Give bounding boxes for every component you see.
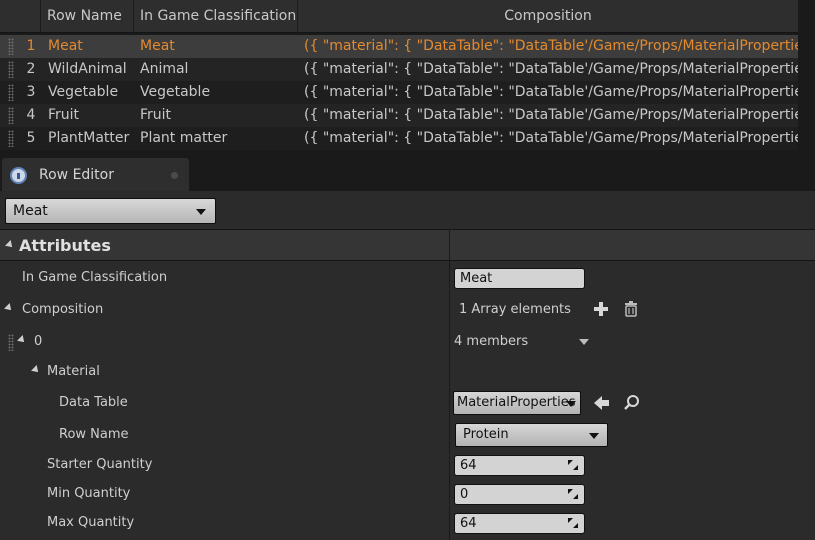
chevron-down-icon: [196, 209, 206, 215]
classification-cell: Vegetable: [140, 84, 211, 100]
property-element-0: 0 4 members: [0, 327, 815, 357]
row-editor-panel: Meat Attributes In Game Classification M…: [0, 191, 815, 540]
starter-quantity-spinbox[interactable]: 64: [454, 455, 585, 476]
property-label: Max Quantity: [47, 515, 135, 530]
composition-cell: ({ "material": { "DataTable": "DataTable…: [304, 107, 798, 123]
table-row[interactable]: 4 Fruit Fruit ({ "material": { "DataTabl…: [0, 104, 798, 127]
property-row-name: Row Name Protein: [0, 419, 815, 451]
property-label: In Game Classification: [22, 270, 168, 285]
tab-close-icon[interactable]: [171, 172, 178, 179]
expand-arrow-icon[interactable]: [5, 240, 15, 250]
property-label: Composition: [22, 302, 104, 317]
data-table-dropdown[interactable]: MaterialProperties: [453, 391, 581, 415]
collapse-arrow-icon[interactable]: [4, 303, 14, 313]
property-label: 0: [34, 334, 43, 349]
property-max-quantity: Max Quantity 64: [0, 509, 815, 538]
starter-quantity-value: 64: [460, 458, 477, 473]
property-data-table: Data Table MaterialProperties: [0, 387, 815, 419]
details-panel: Attributes In Game Classification Meat C…: [0, 229, 815, 540]
header-index-column[interactable]: [0, 0, 41, 33]
composition-cell: ({ "material": { "DataTable": "DataTable…: [304, 130, 798, 146]
property-min-quantity: Min Quantity 0: [0, 480, 815, 509]
tab-row-editor[interactable]: Row Editor: [2, 158, 189, 191]
property-label: Row Name: [59, 427, 129, 442]
row-selector-value: Meat: [13, 203, 48, 219]
row-number: 2: [26, 61, 36, 77]
row-drag-handle-icon[interactable]: [8, 38, 14, 55]
in-game-classification-input[interactable]: Meat: [454, 268, 585, 289]
property-label: Min Quantity: [47, 486, 131, 501]
chevron-down-icon[interactable]: [579, 339, 589, 345]
property-label: Starter Quantity: [47, 457, 153, 472]
row-name-value: Protein: [463, 427, 509, 442]
property-label: Material: [47, 364, 100, 379]
table-row[interactable]: 5 PlantMatter Plant matter ({ "material"…: [0, 127, 798, 150]
collapse-arrow-icon[interactable]: [17, 335, 27, 345]
row-name-cell: Fruit: [48, 107, 80, 123]
min-quantity-spinbox[interactable]: 0: [454, 484, 585, 505]
tab-row-editor-label: Row Editor: [39, 167, 114, 183]
row-number: 1: [26, 38, 36, 54]
row-name-dropdown[interactable]: Protein: [455, 423, 608, 447]
data-table-view: Row Name In Game Classification Composit…: [0, 0, 815, 155]
property-starter-quantity: Starter Quantity 64: [0, 451, 815, 480]
collapse-arrow-icon[interactable]: [31, 365, 41, 375]
chevron-down-icon: [566, 401, 576, 407]
property-in-game-classification: In Game Classification Meat: [0, 263, 815, 293]
drag-spin-icon[interactable]: [568, 489, 578, 499]
row-name-cell: PlantMatter: [48, 130, 130, 146]
composition-cell: ({ "material": { "DataTable": "DataTable…: [304, 84, 798, 100]
row-name-cell: WildAnimal: [48, 61, 127, 77]
row-drag-handle-icon[interactable]: [8, 84, 14, 101]
property-composition: Composition 1 Array elements: [0, 295, 815, 325]
row-drag-handle-icon[interactable]: [8, 130, 14, 147]
drag-handle-icon[interactable]: [8, 334, 14, 351]
min-quantity-value: 0: [460, 487, 469, 502]
table-row[interactable]: 2 WildAnimal Animal ({ "material": { "Da…: [0, 58, 798, 81]
magnifier-info-icon: [10, 167, 27, 184]
table-row[interactable]: 3 Vegetable Vegetable ({ "material": { "…: [0, 81, 798, 104]
composition-cell: ({ "material": { "DataTable": "DataTable…: [304, 61, 798, 77]
data-table-value: MaterialProperties: [457, 395, 576, 410]
row-drag-handle-icon[interactable]: [8, 107, 14, 124]
row-drag-handle-icon[interactable]: [8, 61, 14, 78]
attributes-category-header[interactable]: Attributes: [0, 229, 815, 261]
classification-cell: Meat: [140, 38, 175, 54]
row-name-cell: Meat: [48, 38, 83, 54]
add-element-icon[interactable]: [592, 300, 610, 318]
property-material: Material: [0, 357, 815, 387]
table-header: Row Name In Game Classification Composit…: [0, 0, 798, 33]
max-quantity-spinbox[interactable]: 64: [454, 513, 585, 534]
browse-magnifier-icon[interactable]: [623, 394, 641, 412]
classification-cell: Plant matter: [140, 130, 228, 146]
table-row[interactable]: 1 Meat Meat ({ "material": { "DataTable"…: [0, 35, 798, 58]
table-vertical-scrollbar[interactable]: [798, 0, 815, 155]
row-editor-tab-bar: Row Editor: [0, 155, 815, 191]
trash-icon[interactable]: [622, 300, 640, 318]
chevron-down-icon: [589, 433, 599, 439]
row-name-cell: Vegetable: [48, 84, 119, 100]
row-selector-dropdown[interactable]: Meat: [5, 198, 216, 224]
row-number: 4: [26, 107, 36, 123]
drag-spin-icon[interactable]: [568, 518, 578, 528]
composition-cell: ({ "material": { "DataTable": "DataTable…: [304, 38, 798, 54]
drag-spin-icon[interactable]: [568, 460, 578, 470]
header-row-name[interactable]: Row Name: [41, 0, 134, 33]
classification-cell: Fruit: [140, 107, 172, 123]
header-in-game-classification[interactable]: In Game Classification: [134, 0, 298, 33]
member-count-text: 4 members: [454, 334, 529, 349]
max-quantity-value: 64: [460, 516, 477, 531]
header-composition[interactable]: Composition: [298, 0, 798, 33]
category-title: Attributes: [19, 236, 111, 255]
row-number: 5: [26, 130, 36, 146]
classification-cell: Animal: [140, 61, 189, 77]
array-count-text: 1 Array elements: [459, 302, 571, 317]
row-number: 3: [26, 84, 36, 100]
property-label: Data Table: [59, 395, 128, 410]
use-selected-arrow-icon[interactable]: [593, 394, 611, 412]
